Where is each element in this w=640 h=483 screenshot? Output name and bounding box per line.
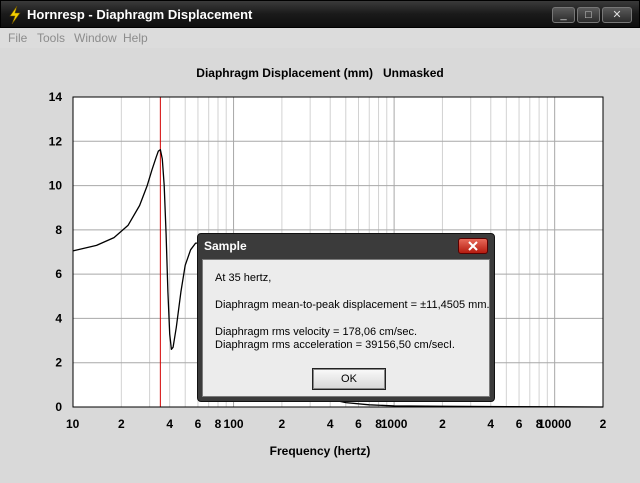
y-tick-label: 10 <box>49 179 63 193</box>
y-tick-label: 14 <box>49 90 63 104</box>
x-axis-label: Frequency (hertz) <box>270 444 371 458</box>
menu-help[interactable]: Help <box>123 31 148 45</box>
x-tick-label: 2 <box>600 417 607 431</box>
menu-bar: File Tools Window Help <box>0 28 640 48</box>
y-tick-labels: 0 2 4 6 8 10 12 14 <box>49 90 63 414</box>
x-tick-label: 4 <box>327 417 334 431</box>
dialog-frequency-text: At 35 hertz, <box>215 272 272 284</box>
dialog-close-button[interactable] <box>458 238 488 254</box>
close-icon <box>468 241 478 251</box>
y-tick-label: 6 <box>55 267 62 281</box>
dialog-displacement-text: Diaphragm mean-to-peak displacement = ±1… <box>215 299 490 311</box>
x-tick-label: 4 <box>166 417 173 431</box>
x-tick-label: 2 <box>279 417 286 431</box>
x-tick-label: 2 <box>439 417 446 431</box>
menu-window[interactable]: Window <box>74 31 117 45</box>
chart-title: Diaphragm Displacement (mm) Unmasked <box>196 66 443 80</box>
dialog-velocity-text: Diaphragm rms velocity = 178,06 cm/sec. <box>215 326 418 338</box>
lightning-bolt-icon <box>9 6 21 24</box>
x-tick-label: 8 <box>215 417 222 431</box>
y-tick-label: 12 <box>49 134 63 148</box>
menu-tools[interactable]: Tools <box>37 31 65 45</box>
dialog-acceleration-text: Diaphragm rms acceleration = 39156,50 cm… <box>215 339 455 351</box>
y-tick-label: 2 <box>55 356 62 370</box>
x-tick-label: 1000 <box>381 417 408 431</box>
title-bar: Hornresp - Diaphragm Displacement _ □ ✕ <box>0 0 640 28</box>
x-tick-label: 6 <box>195 417 202 431</box>
x-tick-label: 2 <box>118 417 125 431</box>
ok-button[interactable]: OK <box>312 368 386 390</box>
x-tick-label: 10 <box>66 417 80 431</box>
close-button[interactable]: ✕ <box>602 7 632 23</box>
dialog-body: At 35 hertz, Diaphragm mean-to-peak disp… <box>202 259 490 397</box>
maximize-button[interactable]: □ <box>577 7 600 23</box>
x-tick-label: 6 <box>516 417 523 431</box>
window-title: Hornresp - Diaphragm Displacement <box>27 7 253 22</box>
sample-dialog: Sample At 35 hertz, Diaphragm mean-to-pe… <box>197 233 495 402</box>
menu-file[interactable]: File <box>8 31 27 45</box>
y-tick-label: 8 <box>55 223 62 237</box>
x-tick-label: 6 <box>355 417 362 431</box>
y-tick-label: 0 <box>55 400 62 414</box>
x-tick-label: 10000 <box>538 417 572 431</box>
dialog-title: Sample <box>204 239 247 253</box>
y-tick-label: 4 <box>55 311 62 325</box>
x-tick-label: 4 <box>487 417 494 431</box>
x-tick-labels: 10 2 4 6 8 100 2 4 6 81000 2 4 6 810000 2 <box>66 417 607 431</box>
x-tick-label: 100 <box>224 417 244 431</box>
minimize-button[interactable]: _ <box>552 7 575 23</box>
